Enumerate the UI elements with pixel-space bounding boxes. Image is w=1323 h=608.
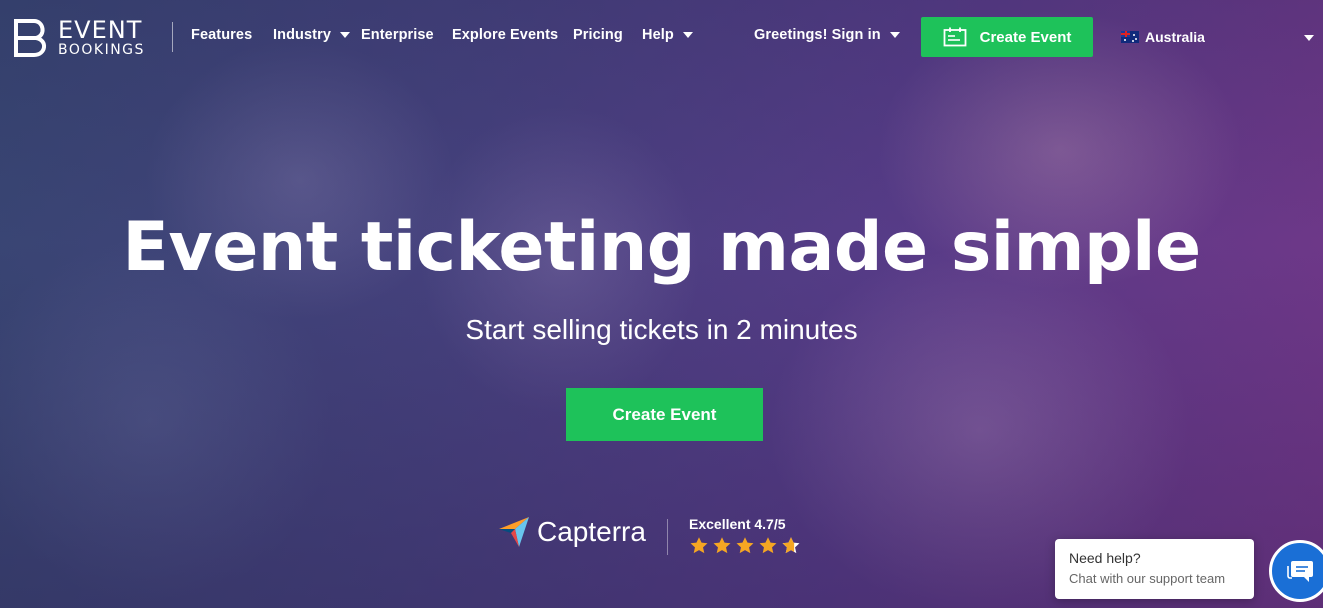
chevron-down-icon [340, 32, 350, 38]
star-icon [736, 537, 754, 554]
brand-line-2: BOOKINGS [58, 42, 145, 58]
sign-in-label: Greetings! Sign in [754, 27, 881, 43]
hero-background [0, 0, 1323, 608]
nav-item-pricing[interactable]: Pricing [573, 27, 623, 43]
chevron-down-icon [682, 32, 693, 38]
brand-name: EVENT BOOKINGS [58, 18, 145, 57]
nav-item-label: Explore Events [452, 27, 559, 43]
brand-line-1: EVENT [58, 16, 143, 44]
sign-in-menu[interactable]: Greetings! Sign in [754, 27, 900, 43]
nav-item-label: Help [642, 27, 674, 43]
create-event-nav-button[interactable]: Create Event [921, 17, 1093, 57]
top-navigation: EVENT BOOKINGS Features Industry Enterpr… [0, 0, 1323, 75]
logo-mark-icon [14, 18, 46, 57]
create-event-nav-label: Create Event [979, 28, 1072, 46]
nav-item-enterprise[interactable]: Enterprise [361, 27, 434, 43]
australia-flag-icon [1121, 31, 1139, 43]
hero-subheadline: Start selling tickets in 2 minutes [465, 314, 858, 345]
nav-item-help[interactable]: Help [642, 27, 693, 43]
chat-prompt[interactable]: Need help? Chat with our support team [1055, 539, 1254, 599]
star-icon [713, 537, 731, 554]
country-selector[interactable]: Australia [1121, 29, 1205, 45]
rating-divider [667, 519, 668, 555]
star-half-icon [782, 537, 800, 554]
chevron-down-icon [889, 32, 900, 38]
chat-subtitle: Chat with our support team [1069, 571, 1226, 586]
capterra-name: Capterra [537, 516, 646, 547]
hero-headline: Event ticketing made simple [122, 208, 1201, 287]
nav-divider [172, 22, 173, 52]
create-event-hero-button[interactable]: Create Event [566, 388, 763, 441]
star-icon [690, 537, 708, 554]
nav-item-label: Pricing [573, 27, 623, 43]
country-chevron-down-icon[interactable] [1304, 35, 1314, 41]
chat-launcher-button[interactable] [1269, 540, 1323, 602]
nav-item-label: Enterprise [361, 27, 434, 43]
star-icon [759, 537, 777, 554]
capterra-logo-icon [499, 517, 529, 547]
chat-bubble-icon [1287, 561, 1313, 582]
nav-item-explore-events[interactable]: Explore Events [452, 27, 558, 43]
chat-title: Need help? [1069, 550, 1141, 566]
calendar-icon [943, 27, 967, 47]
brand-logo[interactable]: EVENT BOOKINGS [14, 18, 145, 57]
rating-stars [689, 536, 804, 555]
nav-item-features[interactable]: Features [191, 27, 252, 43]
nav-item-industry[interactable]: Industry [273, 27, 350, 43]
review-rating: Excellent 4.7/5 [689, 516, 804, 555]
nav-item-label: Industry [273, 27, 331, 43]
nav-item-label: Features [191, 27, 253, 43]
rating-text: Excellent 4.7/5 [689, 516, 786, 532]
country-label: Australia [1145, 29, 1205, 45]
capterra-badge[interactable]: Capterra [497, 515, 646, 549]
